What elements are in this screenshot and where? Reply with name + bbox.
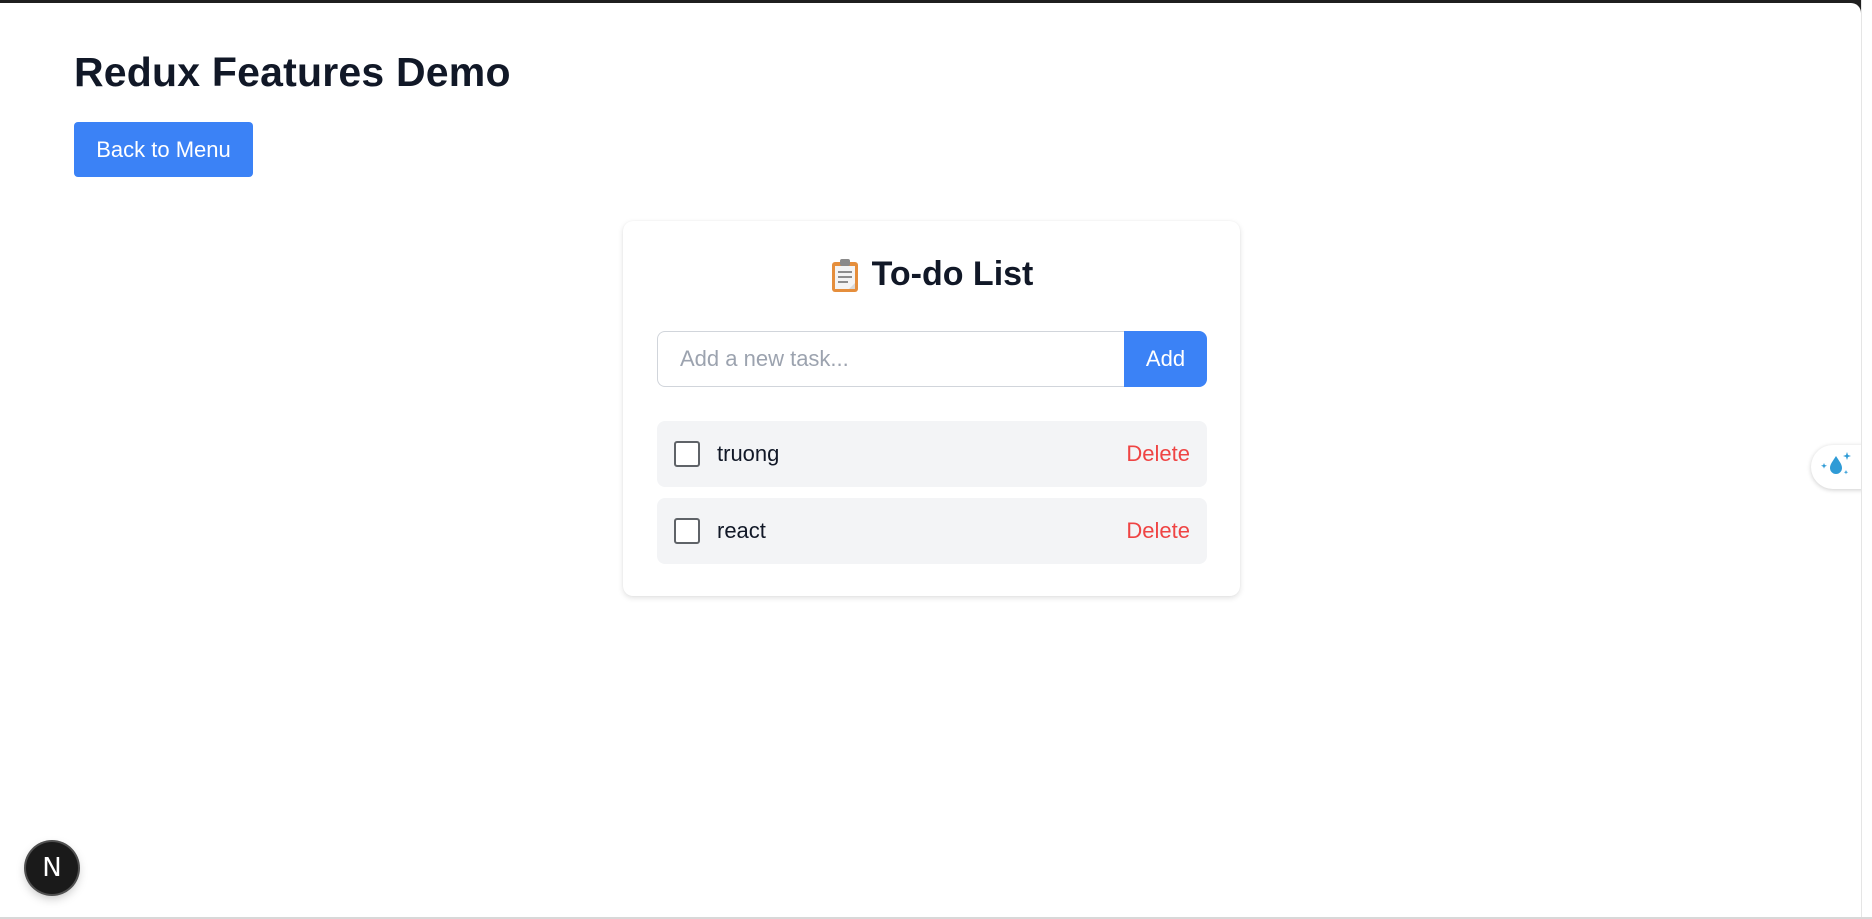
browser-viewport: Redux Features Demo Back to Menu To-do L… — [0, 3, 1861, 917]
todo-checkbox[interactable] — [674, 441, 700, 467]
nextjs-badge-letter: N — [42, 853, 62, 883]
water-drop-sparkle-icon — [1819, 450, 1853, 485]
todo-item: truong Delete — [657, 421, 1207, 487]
add-task-form: Add — [657, 331, 1207, 387]
clipboard-icon — [830, 257, 860, 293]
todo-header: To-do List — [623, 255, 1240, 294]
todo-item: react Delete — [657, 498, 1207, 564]
window-right-edge — [1861, 0, 1872, 917]
back-to-menu-button[interactable]: Back to Menu — [74, 122, 253, 177]
delete-todo-button[interactable]: Delete — [1126, 441, 1190, 467]
todo-text: truong — [717, 441, 780, 466]
new-task-input[interactable] — [657, 331, 1124, 387]
add-task-button[interactable]: Add — [1124, 331, 1207, 387]
todo-text: react — [717, 518, 766, 543]
page-title: Redux Features Demo — [74, 49, 511, 95]
extension-floating-tab[interactable] — [1811, 445, 1861, 489]
todo-list: truong Delete react Delete — [657, 421, 1207, 575]
todo-card: To-do List Add truong Delete react Delet… — [623, 221, 1240, 596]
delete-todo-button[interactable]: Delete — [1126, 518, 1190, 544]
nextjs-dev-badge[interactable]: N — [26, 842, 78, 894]
todo-title: To-do List — [871, 255, 1034, 293]
todo-checkbox[interactable] — [674, 518, 700, 544]
